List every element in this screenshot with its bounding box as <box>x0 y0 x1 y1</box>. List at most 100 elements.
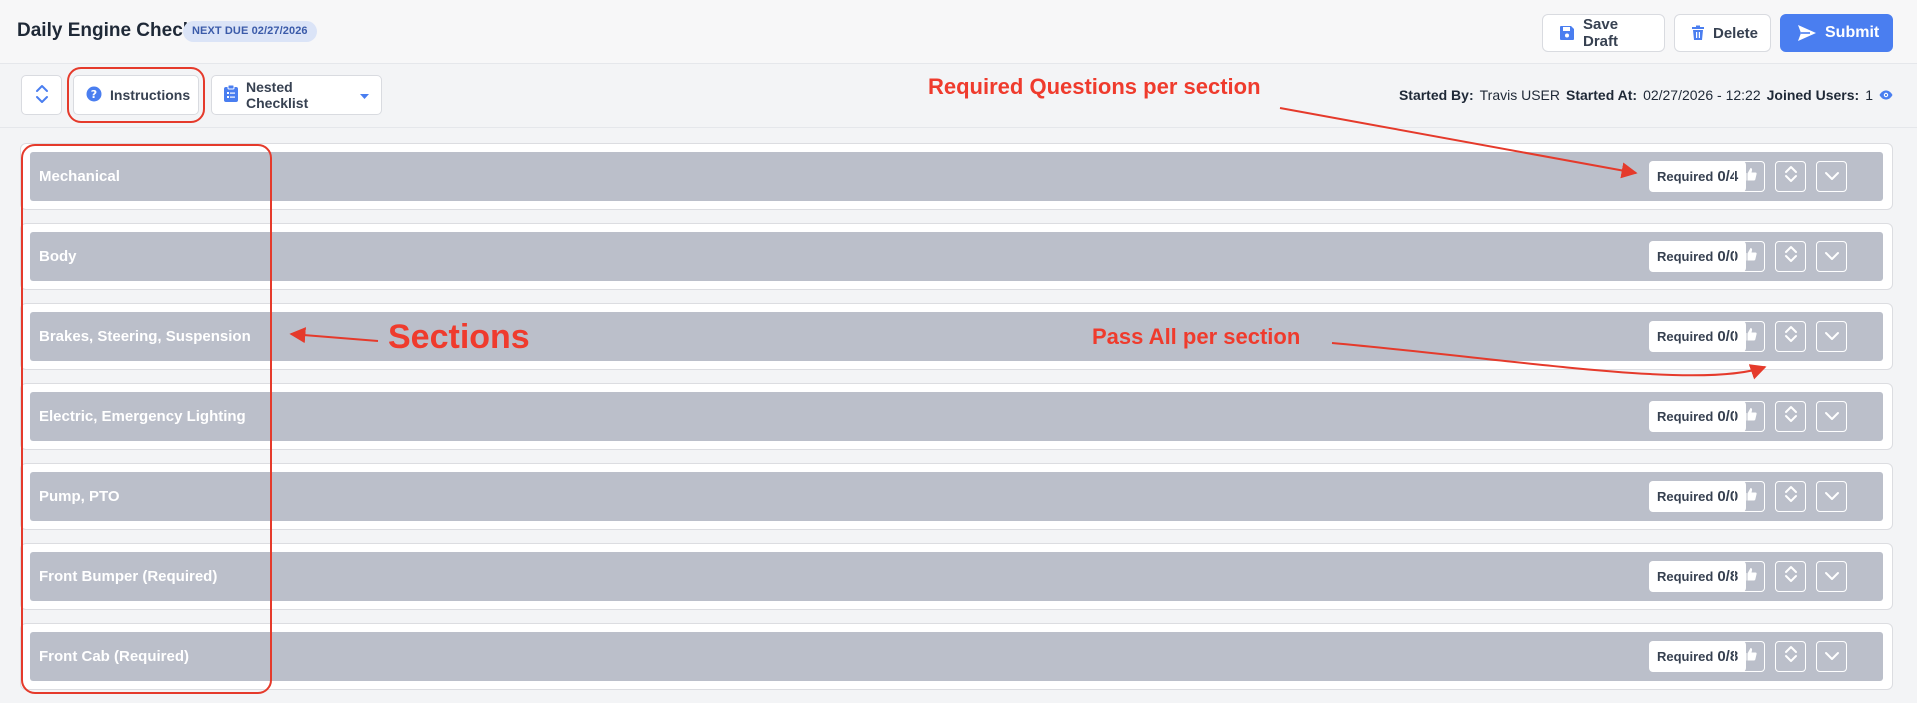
thumbs-up-icon <box>1743 327 1757 346</box>
pass-all-button[interactable] <box>1734 561 1765 592</box>
sort-icon <box>1784 324 1798 349</box>
section-header[interactable]: Front Bumper (Required) Required 0/8 <box>30 552 1883 601</box>
collapse-button[interactable] <box>1816 401 1847 432</box>
section-row: Brakes, Steering, Suspension Required 0/0 <box>20 303 1893 370</box>
collapse-button[interactable] <box>1816 481 1847 512</box>
expand-collapse-button[interactable] <box>21 75 62 115</box>
required-count-badge: Required 0/8 <box>1649 641 1747 672</box>
started-by-label: Started By: <box>1398 87 1474 103</box>
delete-label: Delete <box>1713 24 1759 42</box>
page-title: Daily Engine Check <box>17 20 194 41</box>
section-row: Front Bumper (Required) Required 0/8 <box>20 543 1893 610</box>
section-row: Mechanical Required 0/4 <box>20 143 1893 210</box>
required-label: Required <box>1657 489 1714 504</box>
required-count-badge: Required 0/4 <box>1649 161 1747 192</box>
required-label: Required <box>1657 329 1714 344</box>
clipboard-list-icon <box>224 84 238 105</box>
collapse-button[interactable] <box>1816 641 1847 672</box>
expand-collapse-button[interactable] <box>1775 641 1806 672</box>
chevron-down-icon <box>1824 168 1840 186</box>
annotation-pass-all: Pass All per section <box>1092 324 1301 349</box>
pass-all-button[interactable] <box>1734 481 1765 512</box>
sections-highlight-box <box>21 144 272 694</box>
sort-icon <box>1784 484 1798 509</box>
pass-all-button[interactable] <box>1734 321 1765 352</box>
required-label: Required <box>1657 409 1714 424</box>
nested-checklist-label: Nested Checklist <box>246 79 309 111</box>
required-count-badge: Required 0/8 <box>1649 561 1747 592</box>
thumbs-up-icon <box>1743 247 1757 266</box>
page-header: Daily Engine Check NEXT DUE 02/27/2026 S… <box>0 0 1917 64</box>
expand-collapse-button[interactable] <box>1775 481 1806 512</box>
expand-collapse-button[interactable] <box>1775 241 1806 272</box>
chevron-down-icon <box>1824 328 1840 346</box>
session-meta: Started By: Travis USER Started At: 02/2… <box>1399 87 1893 103</box>
floppy-disk-icon <box>1559 25 1575 41</box>
sort-icon <box>1784 564 1798 589</box>
required-label: Required <box>1657 169 1714 184</box>
sort-icon <box>1784 244 1798 269</box>
thumbs-up-icon <box>1743 647 1757 666</box>
started-by-value: Travis USER <box>1479 87 1561 103</box>
eye-icon[interactable] <box>1879 87 1893 103</box>
thumbs-up-icon <box>1743 167 1757 186</box>
joined-users-value: 1 <box>1865 87 1873 103</box>
chevron-down-icon <box>1824 568 1840 586</box>
paper-plane-icon <box>1797 24 1817 42</box>
delete-button[interactable]: Delete <box>1674 14 1771 52</box>
next-due-badge: NEXT DUE 02/27/2026 <box>183 21 317 42</box>
required-label: Required <box>1657 649 1714 664</box>
save-draft-label: Save Draft <box>1583 16 1619 50</box>
joined-users-label: Joined Users: <box>1766 87 1860 103</box>
collapse-button[interactable] <box>1816 241 1847 272</box>
required-label: Required <box>1657 249 1714 264</box>
collapse-button[interactable] <box>1816 561 1847 592</box>
sort-icon <box>1784 644 1798 669</box>
chevron-down-icon <box>1824 408 1840 426</box>
submit-label: Submit <box>1825 24 1880 41</box>
thumbs-up-icon <box>1743 487 1757 506</box>
section-header[interactable]: Pump, PTO Required 0/0 <box>30 472 1883 521</box>
required-count-badge: Required 0/0 <box>1649 321 1747 352</box>
expand-collapse-button[interactable] <box>1775 161 1806 192</box>
thumbs-up-icon <box>1743 567 1757 586</box>
caret-down-icon <box>360 87 369 103</box>
pass-all-button[interactable] <box>1734 161 1765 192</box>
section-row: Electric, Emergency Lighting Required 0/0 <box>20 383 1893 450</box>
section-header[interactable]: Electric, Emergency Lighting Required 0/0 <box>30 392 1883 441</box>
started-at-label: Started At: <box>1566 87 1638 103</box>
thumbs-up-icon <box>1743 407 1757 426</box>
required-count-badge: Required 0/0 <box>1649 241 1747 272</box>
required-count-badge: Required 0/0 <box>1649 481 1747 512</box>
annotation-sections: Sections <box>388 318 530 356</box>
collapse-button[interactable] <box>1816 321 1847 352</box>
pass-all-button[interactable] <box>1734 241 1765 272</box>
section-row: Front Cab (Required) Required 0/8 <box>20 623 1893 690</box>
instructions-highlight-box <box>67 67 205 123</box>
pass-all-button[interactable] <box>1734 641 1765 672</box>
section-header[interactable]: Front Cab (Required) Required 0/8 <box>30 632 1883 681</box>
collapse-button[interactable] <box>1816 161 1847 192</box>
trash-icon <box>1691 25 1705 41</box>
required-label: Required <box>1657 569 1714 584</box>
section-header[interactable]: Mechanical Required 0/4 <box>30 152 1883 201</box>
annotation-required-questions: Required Questions per section <box>928 74 1261 99</box>
submit-button[interactable]: Submit <box>1780 14 1893 52</box>
sort-icon <box>1784 404 1798 429</box>
required-count-badge: Required 0/0 <box>1649 401 1747 432</box>
expand-collapse-button[interactable] <box>1775 561 1806 592</box>
sort-icon <box>1784 164 1798 189</box>
section-header[interactable]: Body Required 0/0 <box>30 232 1883 281</box>
expand-collapse-button[interactable] <box>1775 321 1806 352</box>
section-row: Pump, PTO Required 0/0 <box>20 463 1893 530</box>
chevron-down-icon <box>1824 648 1840 666</box>
nested-checklist-dropdown[interactable]: Nested Checklist <box>211 75 382 115</box>
chevron-down-icon <box>1824 488 1840 506</box>
expand-collapse-icon <box>35 83 49 108</box>
save-draft-button[interactable]: Save Draft <box>1542 14 1665 52</box>
pass-all-button[interactable] <box>1734 401 1765 432</box>
expand-collapse-button[interactable] <box>1775 401 1806 432</box>
started-at-value: 02/27/2026 - 12:22 <box>1643 87 1761 103</box>
section-row: Body Required 0/0 <box>20 223 1893 290</box>
section-header[interactable]: Brakes, Steering, Suspension Required 0/0 <box>30 312 1883 361</box>
